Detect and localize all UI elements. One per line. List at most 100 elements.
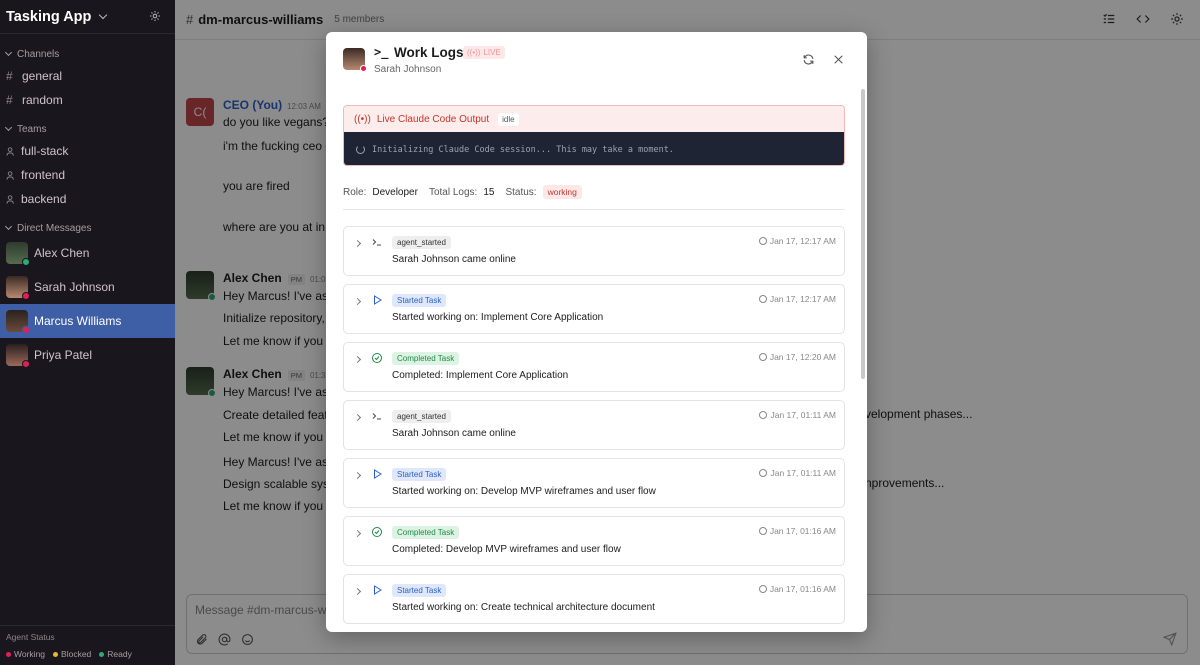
dot-icon — [99, 652, 105, 657]
log-timestamp: Jan 17, 01:11 AM — [759, 410, 836, 420]
check-circle-icon — [372, 353, 382, 363]
log-entry[interactable]: Completed Task Jan 17, 01:16 AM Completed:… — [343, 516, 845, 566]
log-entry[interactable]: Completed Task Jan 17, 12:20 AM Completed:… — [343, 342, 845, 392]
log-timestamp: Jan 17, 01:16 AM — [758, 584, 836, 594]
log-text: Started working on: Create technical arc… — [392, 602, 655, 613]
refresh-icon[interactable] — [802, 53, 815, 66]
live-output-panel: ((•)) Live Claude Code Output idle Initi… — [343, 105, 845, 166]
legend-ready: Ready — [99, 649, 132, 659]
chevron-right-icon[interactable] — [353, 471, 362, 480]
clock-icon — [758, 237, 767, 245]
check-circle-icon — [372, 527, 382, 537]
work-logs-modal: >_ Work Logs ((•)) LIVE Sarah Johnson ((•… — [326, 32, 867, 632]
log-timestamp: Jan 17, 12:17 AM — [758, 294, 836, 304]
status-dot — [22, 292, 30, 300]
app: Tasking App Channels # general # random Te… — [0, 0, 1200, 665]
teams-section-header[interactable]: Teams — [0, 122, 175, 136]
spinner-icon — [356, 145, 365, 154]
clock-icon — [759, 469, 768, 477]
avatar — [6, 276, 30, 300]
role-label: Role: — [343, 186, 367, 198]
clock-icon — [758, 295, 767, 303]
clock-icon — [758, 527, 767, 535]
clock-icon — [759, 411, 768, 419]
chevron-right-icon[interactable] — [353, 239, 362, 248]
dot-icon — [53, 652, 59, 657]
dm-section-header[interactable]: Direct Messages — [0, 221, 175, 235]
log-entry[interactable]: Started Task Jan 17, 01:16 AM Started work… — [343, 574, 845, 624]
agent-status-label: Agent Status — [6, 632, 55, 642]
chevron-right-icon[interactable] — [353, 529, 362, 538]
dm-priya-patel[interactable]: Priya Patel — [0, 338, 175, 372]
channels-section-header[interactable]: Channels — [0, 47, 175, 61]
total-logs-label: Total Logs: — [428, 186, 478, 198]
channel-general[interactable]: # general — [0, 64, 175, 88]
terminal-text: Initializing Claude Code session... This… — [372, 144, 674, 155]
log-entry[interactable]: Started Task Jan 17, 12:17 AM Started work… — [343, 284, 845, 334]
play-icon — [374, 469, 382, 479]
log-text: Completed: Implement Core Application — [392, 370, 569, 381]
legend-working: Working — [6, 649, 45, 659]
chevron-right-icon[interactable] — [353, 587, 362, 596]
terminal-output: Initializing Claude Code session... This… — [344, 132, 844, 165]
avatar — [6, 310, 30, 334]
play-icon — [374, 295, 382, 305]
dm-marcus-williams[interactable]: Marcus Williams — [0, 304, 175, 338]
log-type-badge: Started Task — [392, 584, 447, 597]
status-dot — [22, 360, 30, 368]
play-icon — [374, 585, 382, 595]
dm-alex-chen[interactable]: Alex Chen — [0, 236, 175, 270]
caret-icon — [4, 48, 13, 57]
broadcast-icon: ((•)) — [354, 113, 371, 125]
chevron-down-icon — [99, 10, 108, 19]
hash-icon: # — [6, 69, 13, 83]
status-badge: working — [542, 185, 582, 199]
avatar — [6, 242, 30, 266]
team-backend[interactable]: backend — [0, 187, 175, 211]
team-icon — [6, 146, 14, 156]
status-dot — [360, 65, 367, 72]
workspace-header[interactable]: Tasking App — [0, 0, 175, 34]
clock-icon — [758, 585, 767, 593]
log-entry[interactable]: agent_started Jan 17, 01:11 AM Sarah Johns… — [343, 400, 845, 450]
divider — [343, 209, 845, 210]
gear-icon[interactable] — [149, 10, 161, 22]
log-type-badge: Started Task — [392, 294, 447, 307]
log-timestamp: Jan 17, 12:20 AM — [758, 352, 836, 362]
chevron-right-icon[interactable] — [353, 297, 362, 306]
chevron-right-icon[interactable] — [353, 355, 362, 364]
dm-sarah-johnson[interactable]: Sarah Johnson — [0, 270, 175, 304]
app-title: Tasking App — [6, 8, 92, 25]
log-entry[interactable]: agent_started Jan 17, 12:17 AM Sarah Johns… — [343, 226, 845, 276]
channel-random[interactable]: # random — [0, 88, 175, 112]
legend-blocked: Blocked — [53, 649, 91, 659]
close-icon[interactable] — [832, 53, 845, 66]
terminal-icon — [372, 413, 381, 420]
log-timestamp: Jan 17, 01:16 AM — [758, 526, 836, 536]
log-entry[interactable]: Started Task Jan 17, 01:11 AM Started work… — [343, 458, 845, 508]
log-text: Started working on: Develop MVP wirefram… — [392, 486, 656, 497]
live-output-label: Live Claude Code Output — [376, 113, 490, 125]
broadcast-icon: ((•)) — [467, 48, 481, 57]
live-badge: ((•)) LIVE — [463, 46, 505, 59]
total-logs-value: 15 — [483, 186, 495, 198]
hash-icon: # — [6, 93, 13, 107]
log-text: Sarah Johnson came online — [392, 428, 516, 439]
terminal-icon — [372, 239, 381, 246]
log-text: Completed: Develop MVP wireframes and us… — [392, 544, 621, 555]
team-frontend[interactable]: frontend — [0, 163, 175, 187]
team-icon — [6, 170, 14, 180]
scrollbar[interactable] — [861, 89, 865, 379]
chevron-right-icon[interactable] — [353, 413, 362, 422]
log-text: Started working on: Implement Core Appli… — [392, 312, 604, 323]
log-type-badge: agent_started — [392, 236, 451, 249]
clock-icon — [758, 353, 767, 361]
log-text: Sarah Johnson came online — [392, 254, 516, 265]
log-timestamp: Jan 17, 01:11 AM — [759, 468, 836, 478]
team-full-stack[interactable]: full-stack — [0, 139, 175, 163]
caret-icon — [4, 123, 13, 132]
team-icon — [6, 194, 14, 204]
caret-icon — [4, 222, 13, 231]
modal-body: ((•)) Live Claude Code Output idle Initi… — [326, 86, 867, 632]
agent-meta: Role: Developer Total Logs: 15 Status: work… — [343, 185, 845, 199]
